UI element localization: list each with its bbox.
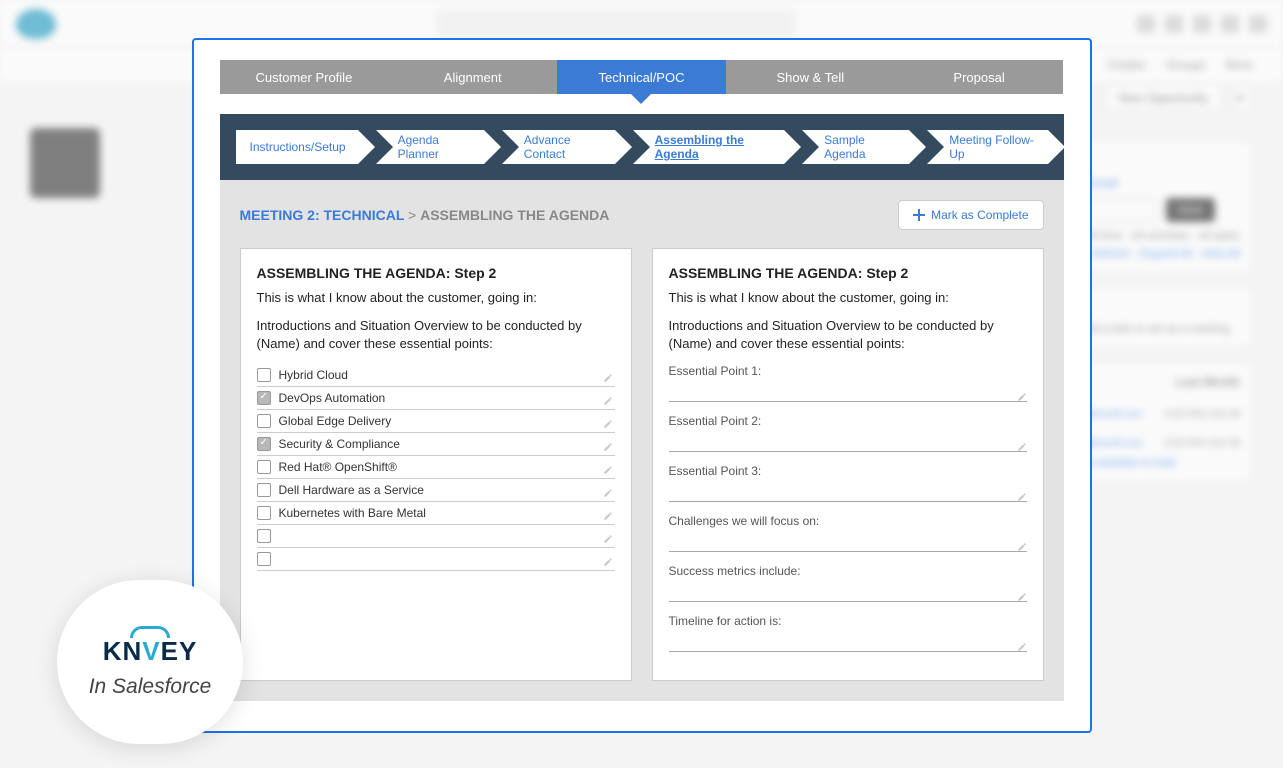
left-panel: ASSEMBLING THE AGENDA: Step 2 This is wh… bbox=[240, 248, 632, 681]
step-assembling-agenda[interactable]: Assembling the Agenda bbox=[633, 130, 785, 164]
check-label: Dell Hardware as a Service bbox=[279, 483, 424, 497]
plus-icon bbox=[913, 209, 925, 221]
tab-alignment[interactable]: Alignment bbox=[388, 60, 557, 94]
left-panel-title: ASSEMBLING THE AGENDA: Step 2 bbox=[257, 265, 615, 281]
pencil-icon[interactable] bbox=[1017, 589, 1027, 599]
step-agenda-planner[interactable]: Agenda Planner bbox=[376, 130, 484, 164]
check-row: Dell Hardware as a Service bbox=[257, 479, 615, 502]
right-panel: ASSEMBLING THE AGENDA: Step 2 This is wh… bbox=[652, 248, 1044, 681]
check-row: Red Hat® OpenShift® bbox=[257, 456, 615, 479]
check-row: Kubernetes with Bare Metal bbox=[257, 502, 615, 525]
breadcrumb-parent: MEETING 2: TECHNICAL bbox=[240, 207, 405, 223]
input-label: Essential Point 2: bbox=[669, 414, 1027, 428]
text-input[interactable] bbox=[669, 434, 1027, 452]
checkbox[interactable] bbox=[257, 529, 271, 543]
checkbox[interactable] bbox=[257, 483, 271, 497]
pencil-icon[interactable] bbox=[603, 370, 613, 380]
pencil-icon[interactable] bbox=[603, 554, 613, 564]
checkbox[interactable] bbox=[257, 460, 271, 474]
check-row bbox=[257, 525, 615, 548]
checkbox[interactable] bbox=[257, 506, 271, 520]
right-panel-line1: This is what I know about the customer, … bbox=[669, 289, 1027, 307]
check-label: DevOps Automation bbox=[279, 391, 386, 405]
breadcrumb: MEETING 2: TECHNICAL > ASSEMBLING THE AG… bbox=[240, 207, 610, 223]
knvey-badge: KNVEY In Salesforce bbox=[57, 580, 243, 744]
pencil-icon[interactable] bbox=[1017, 539, 1027, 549]
pencil-icon[interactable] bbox=[603, 508, 613, 518]
pencil-icon[interactable] bbox=[1017, 639, 1027, 649]
check-label: Global Edge Delivery bbox=[279, 414, 392, 428]
step-instructions[interactable]: Instructions/Setup bbox=[236, 130, 358, 164]
pencil-icon[interactable] bbox=[1017, 489, 1027, 499]
badge-subtitle: In Salesforce bbox=[89, 675, 212, 699]
pencil-icon[interactable] bbox=[603, 439, 613, 449]
text-input[interactable] bbox=[669, 484, 1027, 502]
pencil-icon[interactable] bbox=[603, 462, 613, 472]
check-row: Hybrid Cloud bbox=[257, 364, 615, 387]
text-input[interactable] bbox=[669, 534, 1027, 552]
tab-customer-profile[interactable]: Customer Profile bbox=[220, 60, 389, 94]
input-block: Essential Point 2: bbox=[669, 414, 1027, 452]
step-sample-agenda[interactable]: Sample Agenda bbox=[802, 130, 909, 164]
checkbox[interactable] bbox=[257, 391, 271, 405]
input-label: Success metrics include: bbox=[669, 564, 1027, 578]
input-block: Timeline for action is: bbox=[669, 614, 1027, 652]
mark-complete-button[interactable]: Mark as Complete bbox=[898, 200, 1043, 230]
check-label: Red Hat® OpenShift® bbox=[279, 460, 397, 474]
right-panel-title: ASSEMBLING THE AGENDA: Step 2 bbox=[669, 265, 1027, 281]
text-input[interactable] bbox=[669, 384, 1027, 402]
left-panel-line2: Introductions and Situation Overview to … bbox=[257, 317, 615, 353]
pencil-icon[interactable] bbox=[603, 531, 613, 541]
text-input[interactable] bbox=[669, 634, 1027, 652]
checkbox[interactable] bbox=[257, 414, 271, 428]
agenda-modal: Customer Profile Alignment Technical/POC… bbox=[192, 38, 1092, 733]
input-block: Success metrics include: bbox=[669, 564, 1027, 602]
check-row: Security & Compliance bbox=[257, 433, 615, 456]
pencil-icon[interactable] bbox=[603, 393, 613, 403]
check-row: Global Edge Delivery bbox=[257, 410, 615, 433]
step-advance-contact[interactable]: Advance Contact bbox=[502, 130, 615, 164]
check-label: Security & Compliance bbox=[279, 437, 400, 451]
check-row: DevOps Automation bbox=[257, 387, 615, 410]
input-label: Challenges we will focus on: bbox=[669, 514, 1027, 528]
pencil-icon[interactable] bbox=[603, 416, 613, 426]
breadcrumb-current: ASSEMBLING THE AGENDA bbox=[420, 207, 609, 223]
modal-tabs: Customer Profile Alignment Technical/POC… bbox=[220, 60, 1064, 94]
steps-bar: Instructions/Setup Agenda Planner Advanc… bbox=[220, 114, 1064, 180]
pencil-icon[interactable] bbox=[1017, 389, 1027, 399]
input-block: Essential Point 3: bbox=[669, 464, 1027, 502]
input-label: Essential Point 1: bbox=[669, 364, 1027, 378]
text-input[interactable] bbox=[669, 584, 1027, 602]
check-label: Kubernetes with Bare Metal bbox=[279, 506, 426, 520]
tab-show-tell[interactable]: Show & Tell bbox=[726, 60, 895, 94]
check-row bbox=[257, 548, 615, 571]
checkbox[interactable] bbox=[257, 552, 271, 566]
left-panel-line1: This is what I know about the customer, … bbox=[257, 289, 615, 307]
input-block: Essential Point 1: bbox=[669, 364, 1027, 402]
content-area: MEETING 2: TECHNICAL > ASSEMBLING THE AG… bbox=[220, 180, 1064, 701]
tab-technical-poc[interactable]: Technical/POC bbox=[557, 60, 726, 94]
input-block: Challenges we will focus on: bbox=[669, 514, 1027, 552]
checkbox[interactable] bbox=[257, 368, 271, 382]
right-panel-line2: Introductions and Situation Overview to … bbox=[669, 317, 1027, 353]
pencil-icon[interactable] bbox=[603, 485, 613, 495]
knvey-logo: KNVEY bbox=[103, 636, 198, 667]
tab-proposal[interactable]: Proposal bbox=[895, 60, 1064, 94]
step-meeting-followup[interactable]: Meeting Follow-Up bbox=[927, 130, 1047, 164]
input-label: Essential Point 3: bbox=[669, 464, 1027, 478]
checkbox[interactable] bbox=[257, 437, 271, 451]
pencil-icon[interactable] bbox=[1017, 439, 1027, 449]
check-label: Hybrid Cloud bbox=[279, 368, 348, 382]
input-label: Timeline for action is: bbox=[669, 614, 1027, 628]
